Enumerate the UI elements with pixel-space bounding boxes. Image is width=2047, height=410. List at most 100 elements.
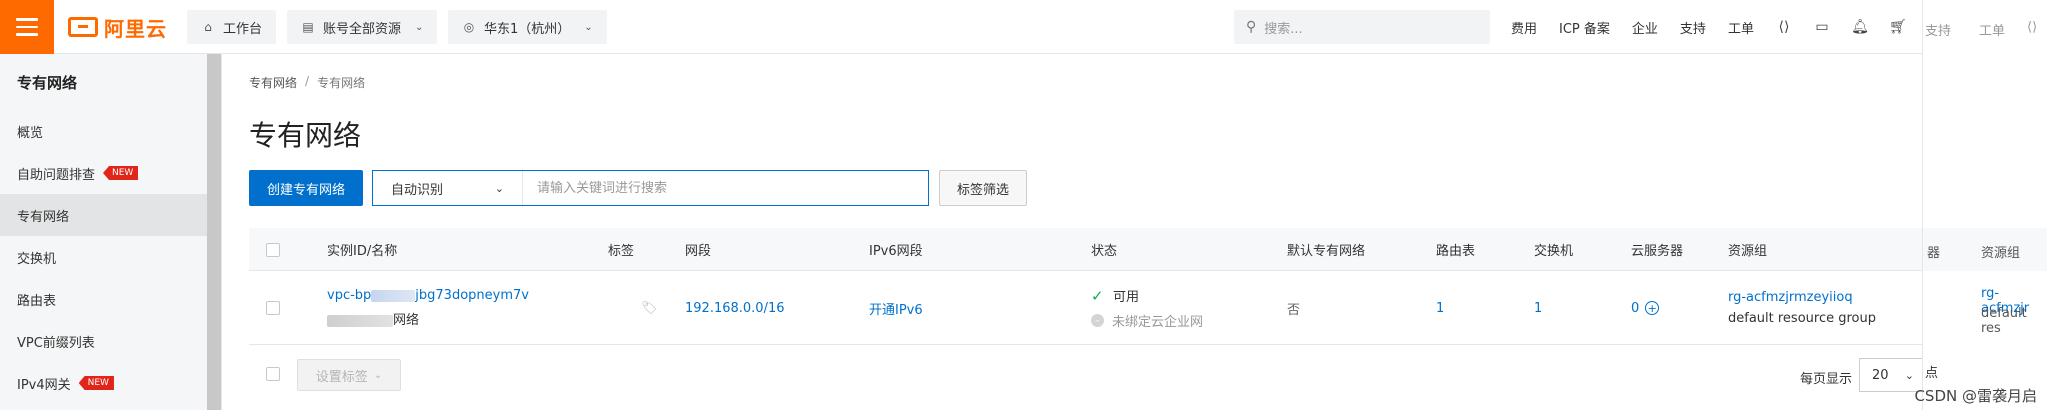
cart-icon[interactable]: 🛒︎: [1879, 0, 1917, 54]
search-mode-label: 自动识别: [391, 182, 444, 198]
sidebar-item-label: VPC前缀列表: [17, 335, 95, 351]
column-header-resource-group: 资源组: [1728, 244, 1768, 259]
resource-icon: ▤: [302, 20, 314, 34]
overlay-code-icon[interactable]: ⟨⟩: [2027, 20, 2037, 35]
region-dropdown[interactable]: ◎ 华东1（杭州） ⌄: [448, 10, 607, 44]
terminal-icon[interactable]: ▭: [1803, 0, 1841, 54]
table-header: 实例ID/名称 标签 网段 IPv6网段 状态 默认专有网络 路由表 交换机 云…: [249, 228, 2047, 271]
resource-scope-dropdown[interactable]: ▤ 账号全部资源 ⌄: [287, 10, 438, 44]
resource-scope-label: 账号全部资源: [323, 21, 402, 37]
default-vpc-value: 否: [1287, 302, 1301, 318]
region-label: 华东1（杭州）: [484, 21, 571, 37]
cidr-cell: 192.168.0.0/16: [685, 271, 785, 345]
enable-ipv6-link[interactable]: 开通IPv6: [869, 299, 923, 318]
row-checkbox-cell: [266, 271, 280, 345]
top-link-ticket[interactable]: 工单: [1717, 18, 1765, 37]
tags-cell: 🏷︎: [641, 271, 658, 345]
overlay-resource-group-name: default res: [1981, 306, 2027, 336]
tag-filter-button[interactable]: 标签筛选: [939, 170, 1027, 206]
overlay-support-link[interactable]: 支持: [1925, 20, 1951, 39]
overlay-column-partial: 器: [1927, 246, 1941, 261]
sidebar-scrollbar[interactable]: [207, 54, 221, 410]
add-circle-icon[interactable]: +: [1645, 301, 1660, 315]
column-header-cidr: 网段: [685, 244, 712, 259]
global-search-input[interactable]: ⚲ 搜索...: [1234, 10, 1490, 44]
location-pin-icon: ◎: [463, 20, 475, 34]
resource-group-cell: rg-acfmzjrmzeyiioq default resource grou…: [1728, 271, 1876, 345]
search-mode-select[interactable]: 自动识别 ⌄: [373, 171, 523, 205]
sidebar-item-ipv4-gateway[interactable]: IPv4网关 NEW: [0, 362, 207, 404]
bell-icon[interactable]: 🔔︎: [1841, 0, 1879, 54]
select-all-checkbox[interactable]: [266, 242, 280, 257]
home-icon: ⌂: [204, 20, 212, 34]
ecs-cell: 0 +: [1631, 271, 1660, 345]
top-link-billing[interactable]: 费用: [1500, 18, 1548, 37]
ecs-count-link[interactable]: 0: [1631, 301, 1639, 316]
instance-name: 网络: [327, 309, 529, 328]
breadcrumb-item[interactable]: 专有网络: [249, 74, 297, 91]
minus-circle-icon: –: [1091, 314, 1104, 327]
chevron-down-icon: ⌄: [584, 21, 593, 33]
chevron-down-icon: ⌄: [415, 21, 424, 33]
page-title: 专有网络: [249, 119, 362, 152]
route-tables-link[interactable]: 1: [1436, 301, 1444, 316]
page-size-label: 每页显示: [1800, 372, 1853, 387]
code-icon[interactable]: ⟨⟩: [1765, 0, 1803, 54]
sidebar-item-vswitch[interactable]: 交换机: [0, 236, 207, 278]
overlay-footer-partial: 点: [1925, 366, 1939, 381]
footer-select-all-checkbox[interactable]: [266, 367, 280, 381]
column-header-default-vpc: 默认专有网络: [1287, 244, 1366, 259]
sidebar-item-vpc[interactable]: 专有网络: [0, 194, 207, 236]
workbench-button[interactable]: ⌂ 工作台: [187, 10, 277, 44]
check-icon: ✓: [1091, 286, 1104, 305]
tag-icon[interactable]: 🏷︎: [641, 301, 658, 316]
workbench-label: 工作台: [223, 21, 263, 37]
set-tags-button: 设置标签 ⌄: [297, 359, 401, 391]
sidebar-item-overview[interactable]: 概览: [0, 110, 207, 152]
top-links: 费用 ICP 备案 企业 支持 工单 ⟨⟩ ▭ 🔔︎ 🛒︎: [1500, 0, 1917, 54]
logo-text: 阿里云: [104, 16, 167, 41]
aliyun-logo[interactable]: 阿里云: [68, 14, 167, 41]
vswitches-link[interactable]: 1: [1534, 301, 1542, 316]
top-link-icp[interactable]: ICP 备案: [1548, 18, 1621, 37]
create-vpc-button[interactable]: 创建专有网络: [249, 170, 363, 206]
sidebar-item-route-table[interactable]: 路由表: [0, 278, 207, 320]
breadcrumb-current: 专有网络: [317, 76, 366, 90]
top-bar: 阿里云 ⌂ 工作台 ▤ 账号全部资源 ⌄ ◎ 华东1（杭州） ⌄ ⚲ 搜索...…: [0, 0, 2047, 54]
select-all-checkbox-cell: [266, 228, 280, 271]
instance-id-prefix: vpc-bp: [327, 288, 372, 303]
new-badge: NEW: [78, 376, 114, 390]
instance-search-input[interactable]: [523, 171, 928, 205]
cidr-link[interactable]: 192.168.0.0/16: [685, 301, 785, 316]
chevron-down-icon: ⌄: [494, 181, 504, 195]
table-row: vpc-bp jbg73dopneym7v 网络 🏷︎ 192.168.0.0/1…: [249, 271, 2047, 345]
overlay-strip: 支持 工单 ⟨⟩ 器 资源组 rg-acfmzjr default res 点: [1922, 0, 2047, 410]
column-header-status: 状态: [1091, 244, 1118, 259]
new-badge: NEW: [103, 166, 139, 180]
column-header-vswitches: 交换机: [1534, 244, 1574, 259]
sidebar-item-label: 自助问题排查: [17, 167, 96, 183]
sidebar-item-label: 交换机: [17, 251, 57, 267]
resource-group-link[interactable]: rg-acfmzjrmzeyiioq: [1728, 290, 1876, 305]
redacted-name: [327, 314, 393, 327]
sidebar-item-label: 概览: [17, 125, 44, 141]
instance-id-link[interactable]: vpc-bp jbg73dopneym7v: [327, 288, 529, 303]
cen-status: – 未绑定云企业网: [1091, 311, 1203, 330]
menu-line: [16, 33, 38, 36]
top-link-support[interactable]: 支持: [1669, 18, 1717, 37]
column-header-ecs: 云服务器: [1631, 244, 1684, 259]
top-link-enterprise[interactable]: 企业: [1621, 18, 1669, 37]
sidebar-item-self-diagnosis[interactable]: 自助问题排查 NEW: [0, 152, 207, 194]
sidebar: 专有网络 概览 自助问题排查 NEW 专有网络 交换机 路由表 VPC前缀列表 …: [0, 54, 222, 410]
ipv6-cell: 开通IPv6: [869, 271, 923, 345]
chevron-down-icon: ⌄: [1904, 368, 1914, 382]
hamburger-menu-button[interactable]: [0, 0, 54, 54]
overlay-table-header: 器 资源组: [1923, 228, 2047, 271]
sidebar-item-prefix-list[interactable]: VPC前缀列表: [0, 320, 207, 362]
row-checkbox[interactable]: [266, 301, 280, 315]
vswitches-cell: 1: [1534, 271, 1542, 345]
global-search-placeholder: 搜索...: [1264, 21, 1303, 37]
instance-id-name-cell: vpc-bp jbg73dopneym7v 网络: [327, 271, 529, 345]
overlay-ticket-link[interactable]: 工单: [1979, 20, 2005, 39]
column-header-tags: 标签: [608, 244, 635, 259]
